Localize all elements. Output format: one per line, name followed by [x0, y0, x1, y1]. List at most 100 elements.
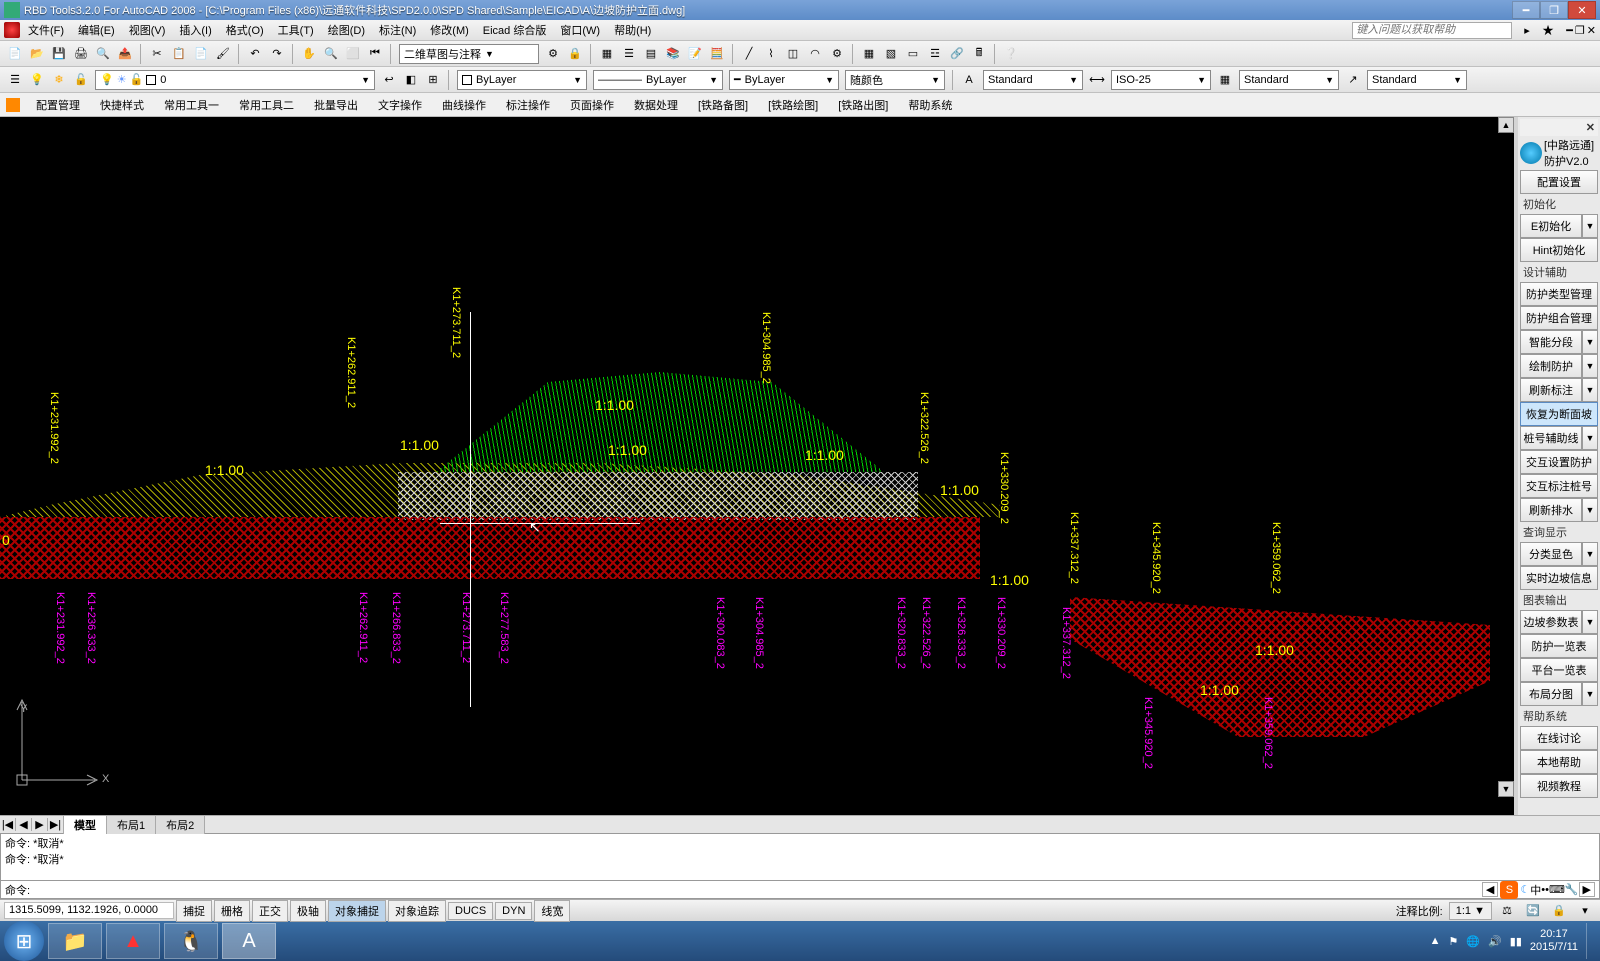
zoom-window-icon[interactable]: ⬜	[342, 43, 364, 65]
save-icon[interactable]: 💾	[48, 43, 70, 65]
status-lock-icon[interactable]: 🔒	[1548, 900, 1570, 922]
mleader-combo[interactable]: Standard▼	[1367, 70, 1467, 90]
viewport-icon[interactable]: ▭	[902, 43, 924, 65]
menu-window[interactable]: 窗口(W)	[554, 20, 606, 40]
tab-rail-prep[interactable]: [铁路备图]	[694, 95, 752, 115]
layer-on-icon[interactable]: 💡	[26, 69, 48, 91]
layer-states-icon[interactable]: ☲	[924, 43, 946, 65]
palette-button[interactable]: 配置设置	[1520, 170, 1598, 194]
plotstyle-control[interactable]: 随颜色▼	[845, 70, 945, 90]
cmd-scroll-left-icon[interactable]: ◀	[1482, 882, 1498, 897]
publish-icon[interactable]: 📤	[114, 43, 136, 65]
palette-button[interactable]: 刷新排水	[1520, 498, 1582, 522]
task-explorer[interactable]: 📁	[48, 923, 102, 959]
tab-curve[interactable]: 曲线操作	[438, 95, 490, 115]
menu-tools[interactable]: 工具(T)	[272, 20, 320, 40]
palette-button[interactable]: 智能分段	[1520, 330, 1582, 354]
palette-button[interactable]: 交互标注桩号	[1520, 474, 1598, 498]
ime-tool-icon[interactable]: 🔧	[1565, 883, 1579, 896]
ime-punct-icon[interactable]: ••	[1541, 884, 1549, 896]
palette-button[interactable]: 平台一览表	[1520, 658, 1598, 682]
tab-model[interactable]: 模型	[63, 815, 107, 834]
tab-nav-prev[interactable]: ◀	[16, 818, 32, 831]
menu-dimension[interactable]: 标注(N)	[373, 20, 422, 40]
table-icon[interactable]: ▦	[858, 43, 880, 65]
close-button[interactable]: ✕	[1568, 1, 1596, 19]
block-icon[interactable]: ◫	[782, 43, 804, 65]
textstyle-combo[interactable]: Standard▼	[983, 70, 1083, 90]
table-style-icon[interactable]: ▦	[1214, 69, 1236, 91]
chevron-down-icon[interactable]: ▼	[1582, 682, 1598, 706]
dyn-toggle[interactable]: DYN	[495, 902, 532, 920]
mleader-style-icon[interactable]: ↗	[1342, 69, 1364, 91]
snap-toggle[interactable]: 捕捉	[176, 900, 212, 922]
xref-icon[interactable]: 🔗	[946, 43, 968, 65]
linetype-control[interactable]: ————ByLayer▼	[593, 70, 723, 90]
line-icon[interactable]: ╱	[738, 43, 760, 65]
properties-icon[interactable]: ☰	[618, 43, 640, 65]
tab-helpsys[interactable]: 帮助系统	[904, 95, 956, 115]
menu-draw[interactable]: 绘图(D)	[322, 20, 371, 40]
lineweight-control[interactable]: ━ByLayer▼	[729, 70, 839, 90]
tab-page[interactable]: 页面操作	[566, 95, 618, 115]
palette-button[interactable]: 布局分图	[1520, 682, 1582, 706]
scroll-down-icon[interactable]: ▼	[1498, 781, 1514, 797]
tab-config[interactable]: 配置管理	[32, 95, 84, 115]
tray-network-icon[interactable]: 🌐	[1466, 935, 1480, 948]
chevron-down-icon[interactable]: ▼	[1582, 378, 1598, 402]
pline-icon[interactable]: ⌇	[760, 43, 782, 65]
chevron-down-icon[interactable]: ▼	[1582, 354, 1598, 378]
start-button[interactable]: ⊞	[4, 921, 44, 961]
tab-common2[interactable]: 常用工具二	[235, 95, 298, 115]
menu-help[interactable]: 帮助(H)	[608, 20, 657, 40]
palette-button[interactable]: 防护组合管理	[1520, 306, 1598, 330]
color-control[interactable]: ByLayer ▼	[457, 70, 587, 90]
layer-iso-icon[interactable]: ◧	[400, 69, 422, 91]
text-style-icon[interactable]: A	[958, 69, 980, 91]
tab-common1[interactable]: 常用工具一	[160, 95, 223, 115]
tray-volume-icon[interactable]: 🔊	[1488, 935, 1502, 948]
palette-button[interactable]: E初始化	[1520, 214, 1582, 238]
ime-lang-icon[interactable]: 中	[1530, 882, 1541, 898]
task-app[interactable]: 🐧	[164, 923, 218, 959]
zoom-prev-icon[interactable]: ⏮	[364, 43, 386, 65]
palette-button[interactable]: 在线讨论	[1520, 726, 1598, 750]
grid-toggle[interactable]: 栅格	[214, 900, 250, 922]
tab-text[interactable]: 文字操作	[374, 95, 426, 115]
command-input[interactable]	[34, 884, 1482, 896]
palette-button[interactable]: 边坡参数表	[1520, 610, 1582, 634]
menu-edit[interactable]: 编辑(E)	[72, 20, 121, 40]
tab-nav-next[interactable]: ▶	[32, 818, 48, 831]
layer-freeze-icon[interactable]: ❄	[48, 69, 70, 91]
workspace-combo[interactable]: 二维草图与注释▼	[399, 44, 539, 64]
ducs-toggle[interactable]: DUCS	[448, 902, 493, 920]
status-tray-icon[interactable]: ▾	[1574, 900, 1596, 922]
menu-file[interactable]: 文件(F)	[22, 20, 70, 40]
tab-layout1[interactable]: 布局1	[106, 815, 156, 834]
tablestyle-combo[interactable]: Standard▼	[1239, 70, 1339, 90]
chevron-down-icon[interactable]: ▼	[1582, 214, 1598, 238]
osnap-toggle[interactable]: 对象捕捉	[328, 900, 386, 922]
palette-button[interactable]: 分类显色	[1520, 542, 1582, 566]
ortho-toggle[interactable]: 正交	[252, 900, 288, 922]
palette-button[interactable]: 交互设置防护	[1520, 450, 1598, 474]
undo-icon[interactable]: ↶	[244, 43, 266, 65]
ime-kbd-icon[interactable]: ⌨	[1549, 883, 1565, 896]
layer-manager-icon[interactable]: ☰	[4, 69, 26, 91]
layer-match-icon[interactable]: ⊞	[422, 69, 444, 91]
copy-icon[interactable]: 📋	[168, 43, 190, 65]
paste-icon[interactable]: 📄	[190, 43, 212, 65]
tab-nav-last[interactable]: ▶|	[48, 818, 64, 831]
tab-data[interactable]: 数据处理	[630, 95, 682, 115]
command-history[interactable]: 命令: *取消* 命令: *取消*	[0, 833, 1600, 881]
zoom-icon[interactable]: 🔍	[320, 43, 342, 65]
dim-style-icon[interactable]: ⟷	[1086, 69, 1108, 91]
mdi-close-icon[interactable]: ✕	[1587, 24, 1596, 37]
palette-button[interactable]: 刷新标注	[1520, 378, 1582, 402]
drawing-canvas[interactable]: 0 K1+231.992_2K1+262.911_2K1+273.711_2K1…	[0, 117, 1518, 815]
options-icon[interactable]: ⚙	[826, 43, 848, 65]
redo-icon[interactable]: ↷	[266, 43, 288, 65]
menu-modify[interactable]: 修改(M)	[424, 20, 475, 40]
coordinates[interactable]: 1315.5099, 1132.1926, 0.0000	[4, 902, 174, 919]
arc-icon[interactable]: ◠	[804, 43, 826, 65]
